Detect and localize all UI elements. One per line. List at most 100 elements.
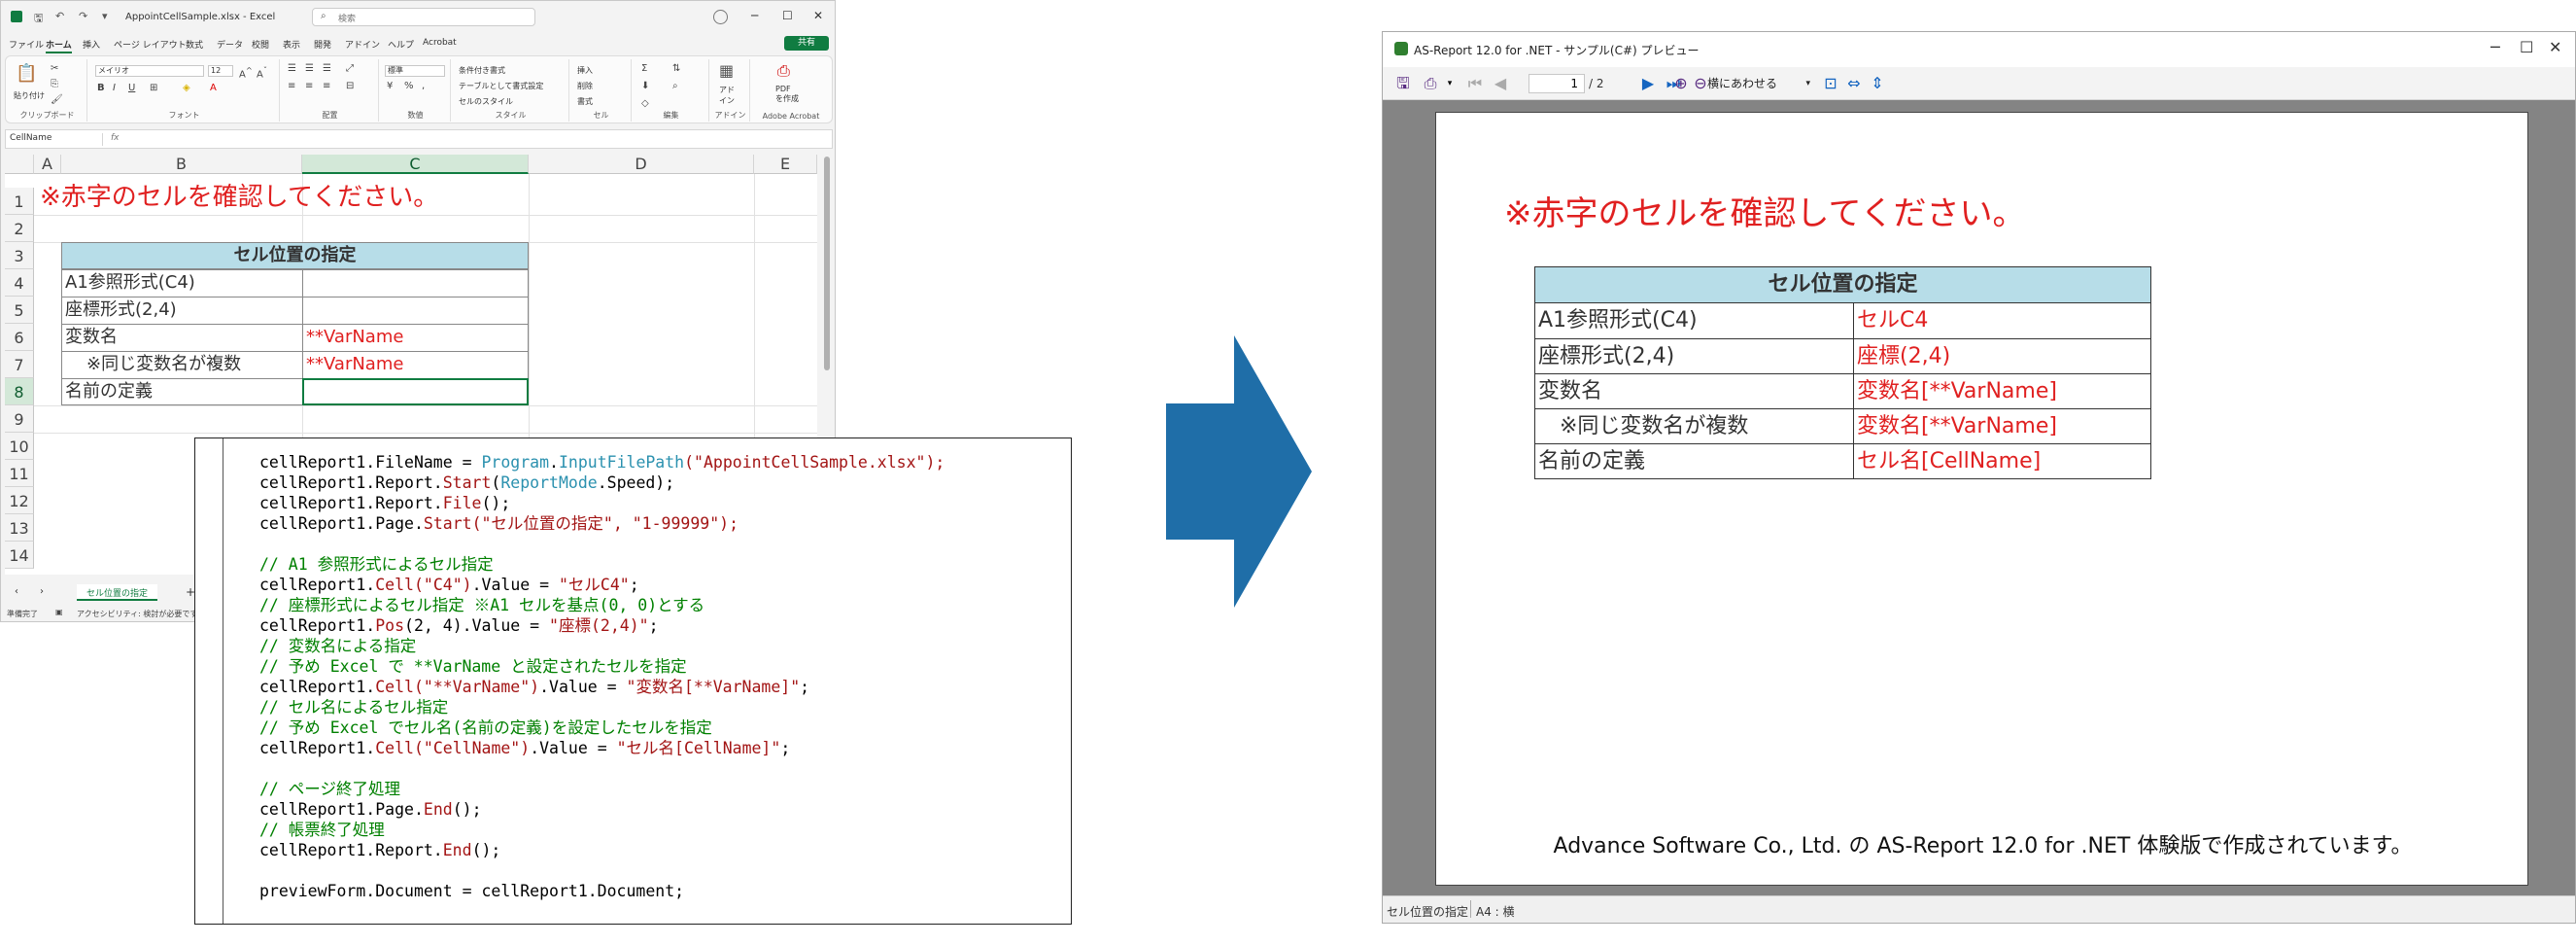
align-top-icon[interactable]: ☰ — [288, 63, 296, 74]
pdf-icon[interactable]: ⎙ — [777, 61, 790, 81]
print-dropdown-icon[interactable]: ▾ — [1439, 73, 1460, 94]
name-box[interactable]: CellName — [10, 133, 103, 146]
insert-cells-button[interactable]: 挿入 — [577, 65, 593, 76]
next-sheet-icon[interactable]: › — [40, 586, 44, 597]
align-right-icon[interactable]: ≡ — [323, 81, 330, 91]
fill-color-icon[interactable]: ◈ — [183, 83, 190, 93]
cell-b7[interactable]: ※同じ変数名が複数 — [86, 351, 241, 378]
row-header-8[interactable]: 8 — [5, 378, 34, 405]
cell-c7[interactable]: **VarName — [306, 351, 403, 378]
vertical-scrollbar[interactable] — [824, 157, 830, 370]
cell-b5[interactable]: 座標形式(2,4) — [65, 297, 177, 324]
row-header-4[interactable]: 4 — [5, 269, 34, 297]
close-icon[interactable]: ✕ — [813, 9, 823, 22]
select-all-corner[interactable] — [5, 155, 34, 174]
paste-icon[interactable]: 📋 — [16, 63, 37, 84]
fit-height-icon[interactable]: ⇕ — [1867, 73, 1888, 94]
redo-icon[interactable]: ↷ — [79, 10, 87, 22]
minimize-icon[interactable]: ─ — [751, 9, 758, 22]
currency-icon[interactable]: ¥ — [387, 81, 393, 91]
cell-styles-button[interactable]: セルのスタイル — [459, 96, 513, 107]
close-icon[interactable]: ✕ — [2549, 38, 2561, 56]
next-page-icon[interactable]: ▶ — [1637, 73, 1659, 94]
merge-icon[interactable]: ⊟ — [346, 81, 354, 91]
undo-icon[interactable]: ↶ — [55, 10, 64, 22]
align-center-icon[interactable]: ≡ — [305, 81, 313, 91]
column-header-a[interactable]: A — [34, 155, 61, 174]
comma-icon[interactable]: , — [422, 81, 425, 91]
italic-icon[interactable]: I — [113, 83, 116, 93]
customize-qat-icon[interactable]: ▾ — [102, 10, 108, 22]
align-left-icon[interactable]: ≡ — [288, 81, 295, 91]
conditional-format-button[interactable]: 条件付き書式 — [459, 65, 505, 76]
clear-icon[interactable]: ◇ — [641, 98, 649, 109]
macro-record-icon[interactable]: ▣ — [55, 608, 63, 616]
column-header-c[interactable]: C — [302, 155, 529, 174]
borders-icon[interactable]: ⊞ — [150, 83, 157, 93]
tab-formulas[interactable]: 数式 — [186, 38, 203, 51]
row-header-6[interactable]: 6 — [5, 324, 34, 351]
cell-c6[interactable]: **VarName — [306, 324, 403, 351]
row-header-3[interactable]: 3 — [5, 242, 34, 269]
cut-icon[interactable]: ✂ — [51, 63, 58, 74]
create-pdf-label[interactable]: PDF を作成 — [775, 85, 799, 104]
tab-developer[interactable]: 開発 — [314, 38, 331, 51]
paste-label[interactable]: 貼り付け — [14, 90, 45, 101]
row-header-12[interactable]: 12 — [5, 487, 34, 514]
delete-cells-button[interactable]: 削除 — [577, 81, 593, 91]
row-header-5[interactable]: 5 — [5, 297, 34, 324]
row-header-2[interactable]: 2 — [5, 215, 34, 242]
fit-width-icon[interactable]: ⇔ — [1843, 73, 1865, 94]
save-icon[interactable]: 🖫 — [1392, 73, 1414, 94]
row-header-9[interactable]: 9 — [5, 405, 34, 433]
fill-icon[interactable]: ⬇ — [641, 81, 649, 91]
share-button[interactable]: 共有 — [784, 36, 829, 51]
row-header-14[interactable]: 14 — [5, 542, 34, 569]
tab-review[interactable]: 校閲 — [252, 38, 269, 51]
tab-acrobat[interactable]: Acrobat — [423, 38, 457, 48]
addins-button-label[interactable]: アド イン — [719, 85, 735, 106]
tab-help[interactable]: ヘルプ — [388, 38, 414, 51]
fx-icon[interactable]: fx — [111, 133, 120, 143]
sort-filter-icon[interactable]: ⇅ — [672, 63, 680, 74]
font-name-select[interactable]: メイリオ — [95, 65, 204, 77]
cell-b8[interactable]: 名前の定義 — [65, 378, 153, 405]
tab-addins[interactable]: アドイン — [345, 38, 380, 51]
prev-page-icon[interactable]: ◀ — [1490, 73, 1511, 94]
maximize-icon[interactable]: ☐ — [2520, 38, 2533, 56]
font-size-select[interactable]: 12 — [208, 65, 233, 77]
format-painter-icon[interactable]: 🖌 — [51, 94, 63, 105]
prev-sheet-icon[interactable]: ‹ — [15, 586, 18, 597]
tab-page-layout[interactable]: ページ レイアウト — [114, 38, 187, 51]
account-avatar[interactable] — [713, 10, 728, 24]
shrink-font-icon[interactable]: Aˇ — [257, 65, 267, 80]
sheet-tab-cell-position[interactable]: セル位置の指定 — [77, 584, 158, 601]
print-icon[interactable]: ⎙ — [1420, 73, 1441, 94]
row-header-11[interactable]: 11 — [5, 460, 34, 487]
grow-font-icon[interactable]: A^ — [239, 65, 253, 80]
percent-icon[interactable]: % — [404, 81, 414, 91]
align-bottom-icon[interactable]: ☰ — [323, 63, 331, 74]
fit-page-icon[interactable]: ⊡ — [1820, 73, 1841, 94]
cell-b6[interactable]: 変数名 — [65, 324, 118, 351]
column-header-e[interactable]: E — [754, 155, 817, 174]
row-header-7[interactable]: 7 — [5, 351, 34, 378]
copy-icon[interactable]: ⎘ — [51, 79, 58, 89]
page-number-input[interactable]: 1 — [1528, 74, 1585, 93]
accessibility-status[interactable]: アクセシビリティ: 検討が必要です — [77, 609, 197, 619]
align-middle-icon[interactable]: ☰ — [305, 63, 314, 74]
save-icon[interactable]: 🖫 — [34, 10, 43, 28]
zoom-select[interactable]: 横にあわせる ▾ — [1703, 74, 1810, 93]
font-color-icon[interactable]: A — [210, 83, 217, 93]
row-header-1[interactable]: 1 — [5, 188, 34, 215]
tab-insert[interactable]: 挿入 — [83, 38, 100, 51]
format-cells-button[interactable]: 書式 — [577, 96, 593, 107]
tab-home[interactable]: ホーム — [46, 38, 72, 53]
tab-data[interactable]: データ — [217, 38, 243, 51]
column-header-d[interactable]: D — [529, 155, 754, 174]
minimize-icon[interactable]: ─ — [2490, 38, 2500, 56]
maximize-icon[interactable]: ☐ — [782, 9, 793, 22]
cell-b4[interactable]: A1参照形式(C4) — [65, 269, 195, 297]
tab-file[interactable]: ファイル — [9, 38, 44, 51]
autosum-icon[interactable]: Σ — [641, 63, 647, 74]
